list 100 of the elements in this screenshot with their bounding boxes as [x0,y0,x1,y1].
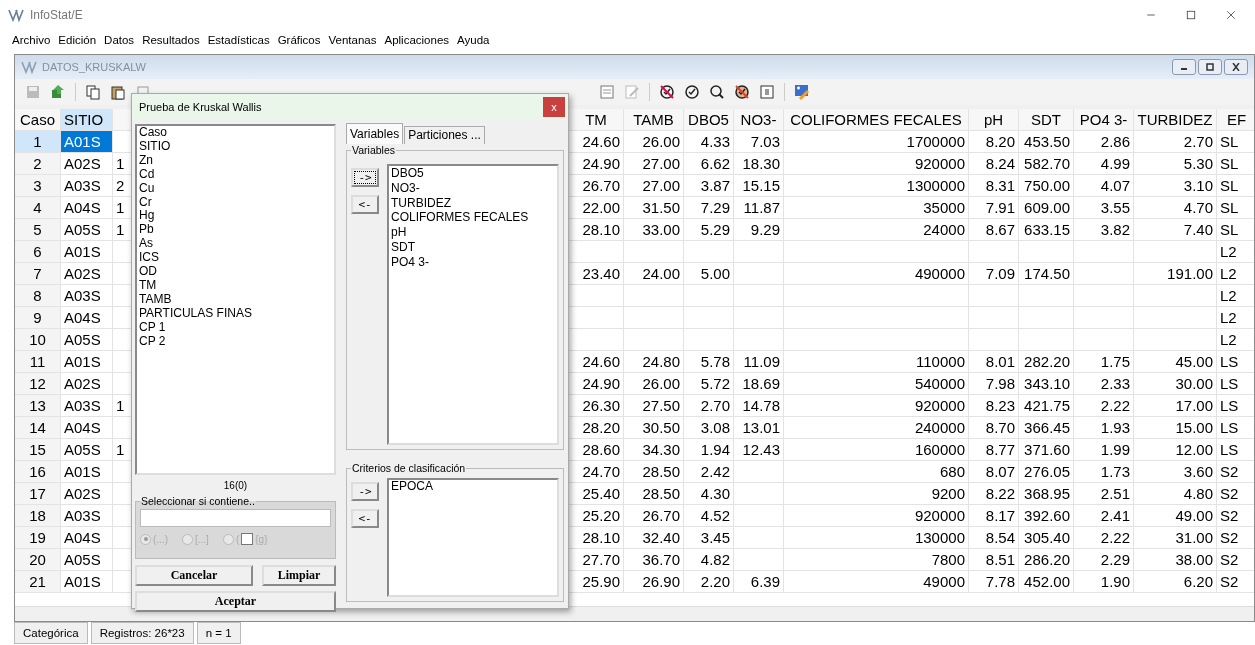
list-item[interactable]: SDT [389,240,557,255]
list-item[interactable]: Cr [137,195,334,210]
add-button[interactable]: -> [351,482,379,501]
list-item[interactable]: Pb [137,223,334,238]
list-item[interactable]: TAMB [137,292,334,307]
menu-item[interactable]: Ayuda [453,34,494,46]
criteria-list[interactable]: EPOCA [387,478,559,597]
close-button[interactable] [1224,59,1248,75]
maximize-icon[interactable] [1185,9,1197,21]
list-item[interactable]: CP 1 [137,320,334,335]
list-item[interactable]: DBO5 [389,166,557,181]
add-button[interactable]: -> [351,168,379,187]
copy-icon[interactable] [85,84,101,100]
row-number[interactable]: 19 [15,527,61,549]
row-number[interactable]: 11 [15,351,61,373]
menu-item[interactable]: Ventanas [324,34,381,46]
list-item[interactable]: PO4 3- [389,254,557,270]
menu-item[interactable]: Aplicaciones [380,34,454,46]
list-item[interactable]: SITIO [137,139,334,154]
row-number[interactable]: 20 [15,549,61,571]
row-number[interactable]: 10 [15,329,61,351]
check-icon[interactable] [684,84,700,100]
table-cell: 26.70 [624,505,684,527]
list-item[interactable]: PARTICULAS FINAS [137,306,334,321]
list-item[interactable]: Caso [137,126,334,140]
row-number[interactable]: 5 [15,219,61,241]
list-item[interactable]: Zn [137,153,334,168]
menu-item[interactable]: Estadísticas [203,34,274,46]
row-number[interactable]: 16 [15,461,61,483]
list-item[interactable]: As [137,237,334,252]
column-header[interactable]: PO4 3- [1074,109,1134,131]
column-header[interactable]: EF [1217,109,1254,131]
column-header[interactable]: SITIO [61,109,113,131]
row-number[interactable]: 1 [15,131,61,153]
upload-icon[interactable] [50,84,66,100]
list-item[interactable]: TURBIDEZ [389,195,557,211]
table-cell: 33.00 [624,219,684,241]
list-item[interactable]: CP 2 [137,334,334,349]
column-header[interactable]: COLIFORMES FECALES [784,109,969,131]
app-logo-icon[interactable] [21,59,37,75]
tab[interactable]: Particiones ... [404,126,485,144]
row-number[interactable]: 12 [15,373,61,395]
column-header[interactable]: Caso [15,109,61,131]
app-logo-icon[interactable] [8,7,24,23]
row-number[interactable]: 7 [15,263,61,285]
menu-item[interactable]: Archivo [8,34,55,46]
paste-icon[interactable] [110,84,126,100]
column-header[interactable]: pH [969,109,1019,131]
menu-item[interactable]: Edición [54,34,101,46]
tab[interactable]: Variables [346,123,404,144]
column-header[interactable]: SDT [1019,109,1074,131]
cancel-button[interactable]: Cancelar [135,565,253,586]
variable-list[interactable]: DBO5 NO3- TURBIDEZ COLIFORMES FECALES pH SDT PO4 3- [387,164,559,445]
column-header[interactable]: TAMB [624,109,684,131]
menu-item[interactable]: Gráficos [273,34,325,46]
variable-list[interactable]: Caso SITIO Zn Cd Cu Cr Hg Pb As ICS OD TM TAMB PARTICULAS FINAS CP 1 CP 2 [135,124,336,475]
list-item[interactable]: ICS [137,251,334,266]
clear-button[interactable]: Limpiar [262,565,336,586]
menu-item[interactable]: Resultados [138,34,204,46]
table-cell: 2.86 [1074,131,1134,153]
table-cell: 7.98 [969,373,1019,395]
list-item[interactable]: Cu [137,181,334,196]
row-number[interactable]: 2 [15,153,61,175]
row-number[interactable]: 18 [15,505,61,527]
menu-item[interactable]: Datos [100,34,139,46]
row-number[interactable]: 4 [15,197,61,219]
column-header[interactable]: TURBIDEZ [1134,109,1217,131]
restore-button[interactable] [1198,59,1222,75]
row-number[interactable]: 14 [15,417,61,439]
remove-button[interactable]: <- [351,195,379,214]
filter-field[interactable] [140,509,331,527]
list-item[interactable]: TM [137,278,334,293]
row-number[interactable]: 17 [15,483,61,505]
accept-button[interactable]: Aceptar [135,591,336,612]
row-number[interactable]: 13 [15,395,61,417]
row-number[interactable]: 3 [15,175,61,197]
row-number[interactable]: 9 [15,307,61,329]
close-button[interactable]: x [543,97,565,117]
row-number[interactable]: 21 [15,571,61,593]
close-icon[interactable] [1225,9,1237,21]
row-number[interactable]: 8 [15,285,61,307]
table-cell: 24.00 [624,263,684,285]
list-item[interactable]: OD [137,265,334,279]
row-number[interactable]: 15 [15,439,61,461]
edit-form-icon[interactable] [794,84,810,100]
column-header[interactable]: DBO5 [684,109,734,131]
column-header[interactable]: NO3- [734,109,784,131]
list-item[interactable]: NO3- [389,180,557,196]
remove-button[interactable]: <- [351,509,379,528]
column-header[interactable]: TM [569,109,624,131]
check-crossed-icon[interactable] [659,84,675,100]
minimize-button[interactable] [1172,59,1196,75]
row-number[interactable]: 6 [15,241,61,263]
list-item[interactable]: EPOCA [389,480,557,494]
list-item[interactable]: Cd [137,167,334,182]
list-item[interactable]: pH [389,225,557,240]
search-icon[interactable] [709,84,725,100]
table-cell: 4.70 [1134,197,1217,219]
table-cell: 8.23 [969,395,1019,417]
check-crossed-icon[interactable] [734,84,750,100]
